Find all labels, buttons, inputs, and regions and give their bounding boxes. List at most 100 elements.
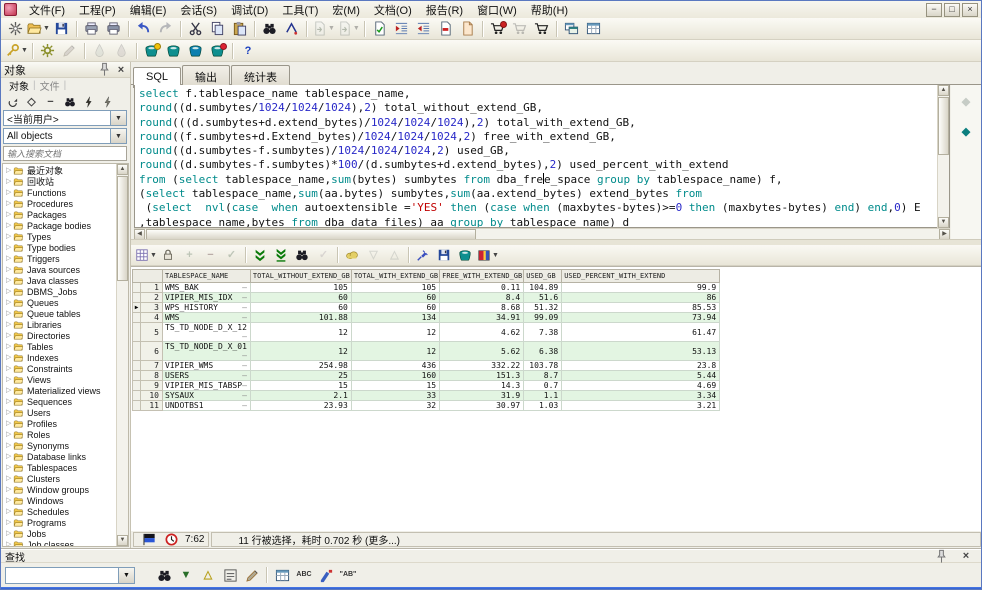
table-row[interactable]: 4WMS–101.8813434.9199.0973.94	[133, 313, 720, 323]
expander-icon[interactable]: ▷	[6, 495, 13, 506]
close-button[interactable]: ×	[962, 3, 978, 17]
print-setup-icon[interactable]	[104, 19, 124, 39]
table-row[interactable]: 1WMS_BAK–1051050.11104.8999.9	[133, 283, 720, 293]
filter-settings-icon[interactable]	[99, 94, 116, 110]
expander-icon[interactable]: ▷	[6, 198, 13, 209]
find-input[interactable]: ▼	[5, 567, 135, 584]
execute-doc-icon[interactable]	[370, 19, 390, 39]
pin-icon[interactable]	[97, 64, 112, 76]
menu-item-7[interactable]: 宏(M)	[325, 1, 367, 19]
close-panel-icon[interactable]: ×	[115, 64, 127, 76]
tree-item[interactable]: ▷Queue tables	[3, 308, 116, 319]
paste-icon[interactable]	[230, 19, 250, 39]
tree-item[interactable]: ▷回收站	[3, 176, 116, 187]
find-next-icon[interactable]	[282, 19, 302, 39]
expander-icon[interactable]: ▷	[6, 517, 13, 528]
expander-icon[interactable]: ▷	[6, 330, 13, 341]
expander-icon[interactable]: ▷	[6, 220, 13, 231]
expander-icon[interactable]: ▷	[6, 451, 13, 462]
window-copy-icon[interactable]	[562, 19, 582, 39]
table-row[interactable]: 10SYSAUX–2.13331.91.13.34	[133, 391, 720, 401]
tree-item[interactable]: ▷Database links	[3, 451, 116, 462]
tree-item[interactable]: ▷Libraries	[3, 319, 116, 330]
breakpoint-doc-icon[interactable]	[436, 19, 456, 39]
collapse-node-icon[interactable]: −	[42, 94, 59, 110]
menu-item-6[interactable]: 工具(T)	[275, 1, 325, 19]
table-row[interactable]: 5TS_TD_NODE_D_X_12–12124.627.3861.47	[133, 323, 720, 342]
tree-item[interactable]: ▷Sequences	[3, 396, 116, 407]
menu-item-2[interactable]: 工程(P)	[72, 1, 123, 19]
object-filter-select[interactable]: All objects ▼	[3, 128, 127, 144]
save-result-icon[interactable]	[435, 246, 454, 264]
column-header[interactable]: TOTAL_WITH_EXTEND_GB	[351, 270, 439, 283]
expander-icon[interactable]: ▷	[6, 341, 13, 352]
tree-item[interactable]: ▷Window groups	[3, 484, 116, 495]
scroll-up-icon[interactable]: ▲	[117, 164, 128, 175]
save-icon[interactable]	[52, 19, 72, 39]
expander-icon[interactable]: ▷	[6, 506, 13, 517]
tree-item[interactable]: ▷Functions	[3, 187, 116, 198]
menu-item-5[interactable]: 调试(D)	[224, 1, 275, 19]
expander-icon[interactable]: ▷	[6, 539, 13, 547]
cut-icon[interactable]	[186, 19, 206, 39]
grid-menu-icon[interactable]: ▼	[135, 246, 157, 264]
tree-scrollbar[interactable]: ▲ ▼	[116, 164, 128, 546]
expander-icon[interactable]: ▷	[6, 429, 13, 440]
tree-item[interactable]: ▷Type bodies	[3, 242, 116, 253]
find-next-icon[interactable]: ▼	[176, 566, 196, 584]
highlight-icon[interactable]	[316, 566, 336, 584]
column-header[interactable]: FREE_WITH_EXTEND_GB	[440, 270, 524, 283]
connection-flag-icon[interactable]	[139, 529, 159, 549]
fetch-next-page-icon[interactable]	[251, 246, 270, 264]
undo-icon[interactable]	[134, 19, 154, 39]
session-kill-icon[interactable]	[208, 41, 228, 61]
tree-item[interactable]: ▷Queues	[3, 297, 116, 308]
find-previous-icon[interactable]: △	[198, 566, 218, 584]
browser-tab-文件[interactable]: 文件	[36, 78, 64, 93]
cart-icon[interactable]	[488, 19, 508, 39]
expander-icon[interactable]: ▷	[6, 418, 13, 429]
tree-item[interactable]: ▷DBMS_Jobs	[3, 286, 116, 297]
column-header[interactable]: TABLESPACE_NAME	[163, 270, 251, 283]
tree-item[interactable]: ▷Procedures	[3, 198, 116, 209]
session-monitor-icon[interactable]	[142, 41, 162, 61]
tree-item[interactable]: ▷Schedules	[3, 506, 116, 517]
tree-item[interactable]: ▷Roles	[3, 429, 116, 440]
window-grid-icon[interactable]	[584, 19, 604, 39]
lock-icon[interactable]	[159, 246, 178, 264]
user-select[interactable]: <当前用户> ▼	[3, 110, 127, 126]
menu-item-10[interactable]: 窗口(W)	[470, 1, 524, 19]
expander-icon[interactable]: ▷	[6, 396, 13, 407]
sql-editor[interactable]: select f.tablespace_name tablespace_name…	[134, 85, 950, 228]
menu-item-9[interactable]: 报告(R)	[419, 1, 470, 19]
tree-item[interactable]: ▷Indexes	[3, 352, 116, 363]
expander-icon[interactable]: ▷	[6, 165, 13, 176]
mark-all-icon[interactable]	[220, 566, 240, 584]
splitter-expand-icon[interactable]: ◆	[952, 125, 980, 145]
expander-icon[interactable]: ▷	[6, 374, 13, 385]
new-icon[interactable]	[5, 19, 25, 39]
table-row[interactable]: 9VIPIER_MIS_TABSP–151514.30.74.69	[133, 381, 720, 391]
outdent-icon[interactable]	[414, 19, 434, 39]
expander-icon[interactable]: ▷	[6, 484, 13, 495]
tree-item[interactable]: ▷Job classes	[3, 539, 116, 547]
menu-item-8[interactable]: 文档(O)	[367, 1, 419, 19]
expander-icon[interactable]: ▷	[6, 462, 13, 473]
configure-icon[interactable]	[38, 41, 58, 61]
chevron-down-icon[interactable]: ▼	[110, 129, 126, 143]
tree-item[interactable]: ▷Views	[3, 374, 116, 385]
table-row[interactable]: 11UNDOTBS1–23.933230.971.033.21	[133, 401, 720, 411]
find-data-icon[interactable]	[293, 246, 312, 264]
find-icon[interactable]	[260, 19, 280, 39]
tree-item[interactable]: ▷Types	[3, 231, 116, 242]
expander-icon[interactable]: ▷	[6, 440, 13, 451]
chevron-down-icon[interactable]: ▼	[118, 568, 134, 583]
results-window-icon[interactable]	[272, 566, 292, 584]
refresh-icon[interactable]	[4, 94, 21, 110]
table-row[interactable]: 7VIPIER_WMS–254.98436332.22103.7823.8	[133, 361, 720, 371]
tree-item[interactable]: ▷Windows	[3, 495, 116, 506]
tree-item[interactable]: ▷Triggers	[3, 253, 116, 264]
expander-icon[interactable]: ▷	[6, 286, 13, 297]
expander-icon[interactable]: ▷	[6, 385, 13, 396]
copy-result-icon[interactable]	[456, 246, 475, 264]
